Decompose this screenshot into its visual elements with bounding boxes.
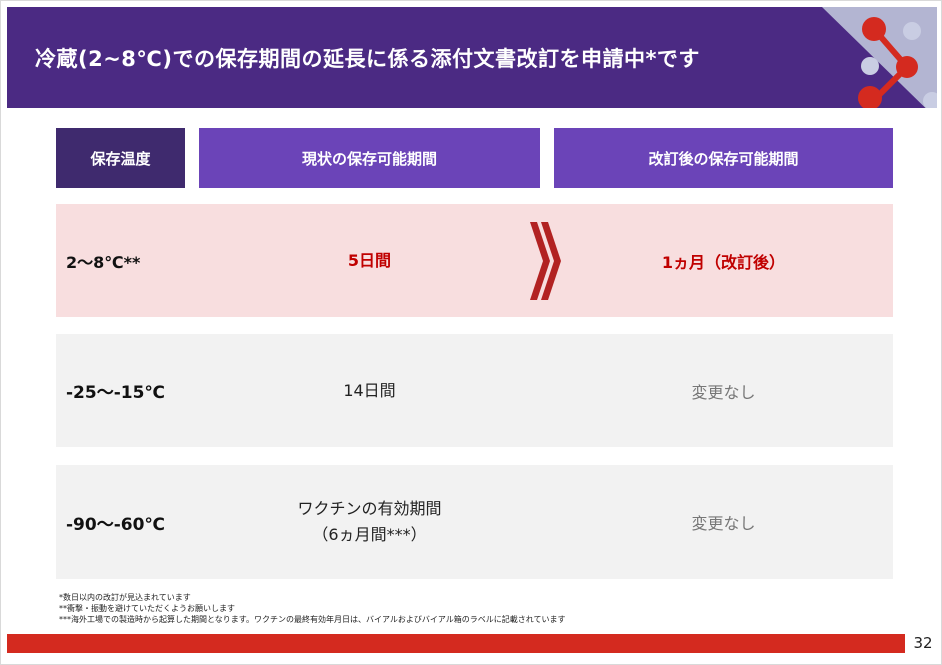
temperature-cell: -25～-15℃ (66, 383, 166, 403)
current-period-line2: （6ヵ月間***） (312, 525, 427, 544)
current-period-cell: 14日間 (343, 380, 396, 400)
current-period-cell: 5日間 (347, 250, 392, 270)
revised-period-cell: 1ヵ月（改訂後） (661, 252, 786, 272)
header-revised-period: 改訂後の保存可能期間 (554, 128, 893, 188)
molecule-node (862, 17, 886, 41)
revised-period-cell: 変更なし (691, 382, 756, 402)
header-current-period: 現状の保存可能期間 (199, 128, 540, 188)
molecule-node (861, 57, 879, 75)
temperature-cell: 2～8℃** (66, 252, 141, 272)
molecule-node (896, 56, 918, 78)
footnotes: *数日以内の改訂が見込まれています **衝撃・振動を避けていただくようお願いしま… (59, 592, 919, 625)
header-banner: 冷蔵(2~8℃)での保存期間の延長に係る添付文書改訂を申請中*です (7, 7, 937, 108)
header-storage-temperature: 保存温度 (56, 128, 185, 188)
current-period-cell: ワクチンの有効期間 （6ヵ月間***） (199, 496, 540, 547)
table-row: -25～-15℃ 14日間 変更なし (56, 334, 893, 447)
molecule-node (858, 86, 882, 108)
footnote: *数日以内の改訂が見込まれています (59, 593, 191, 602)
page-number: 32 (913, 634, 933, 652)
footer-bar (7, 634, 905, 653)
slide: 冷蔵(2~8℃)での保存期間の延長に係る添付文書改訂を申請中*です 保存温度 現… (0, 0, 942, 665)
molecule-node (923, 92, 937, 108)
footnote: ***海外工場での製造時から起算した期間となります。ワクチンの最終有効年月日は、… (59, 615, 566, 624)
molecule-node (903, 22, 921, 40)
revised-period-cell: 変更なし (691, 514, 756, 533)
current-period-line1: ワクチンの有効期間 (297, 499, 442, 519)
footnote: **衝撃・振動を避けていただくようお願いします (59, 604, 235, 613)
page-title: 冷蔵(2~8℃)での保存期間の延長に係る添付文書改訂を申請中*です (35, 47, 700, 71)
table-row: 2～8℃** 5日間 1ヵ月（改訂後） (56, 204, 893, 317)
table-row: -90～-60℃ ワクチンの有効期間 （6ヵ月間***） 変更なし (56, 465, 893, 579)
molecule-logo (858, 17, 937, 108)
temperature-cell: -90～-60℃ (66, 514, 166, 535)
